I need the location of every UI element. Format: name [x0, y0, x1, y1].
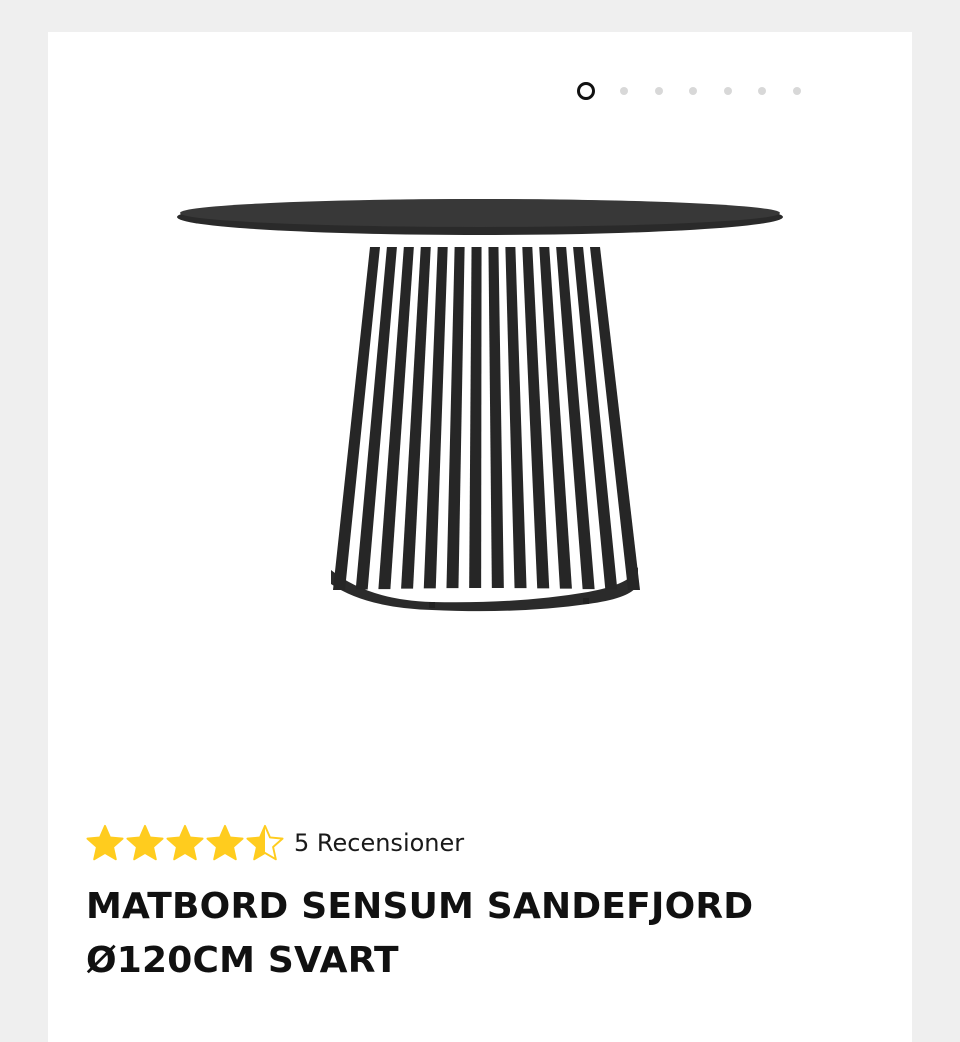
product-title: MATBORD SENSUM SANDEFJORD Ø120CM SVART [86, 886, 754, 981]
star-half-icon [246, 824, 284, 861]
star-rating [86, 824, 284, 862]
review-count-link[interactable]: 5 Recensioner [294, 829, 464, 857]
star-full-icon [86, 824, 124, 861]
product-card: 5 Recensioner MATBORD SENSUM SANDEFJORD … [48, 32, 912, 1042]
rating-row: 5 Recensioner [86, 824, 464, 862]
product-image[interactable] [48, 32, 912, 792]
pedestal-slat [469, 247, 482, 589]
star-full-icon [206, 824, 244, 861]
pedestal-slat [488, 247, 504, 589]
star-full-icon [126, 824, 164, 861]
star-full-icon [166, 824, 204, 861]
pedestal-slat [446, 247, 465, 589]
pedestal-slat [505, 247, 527, 589]
